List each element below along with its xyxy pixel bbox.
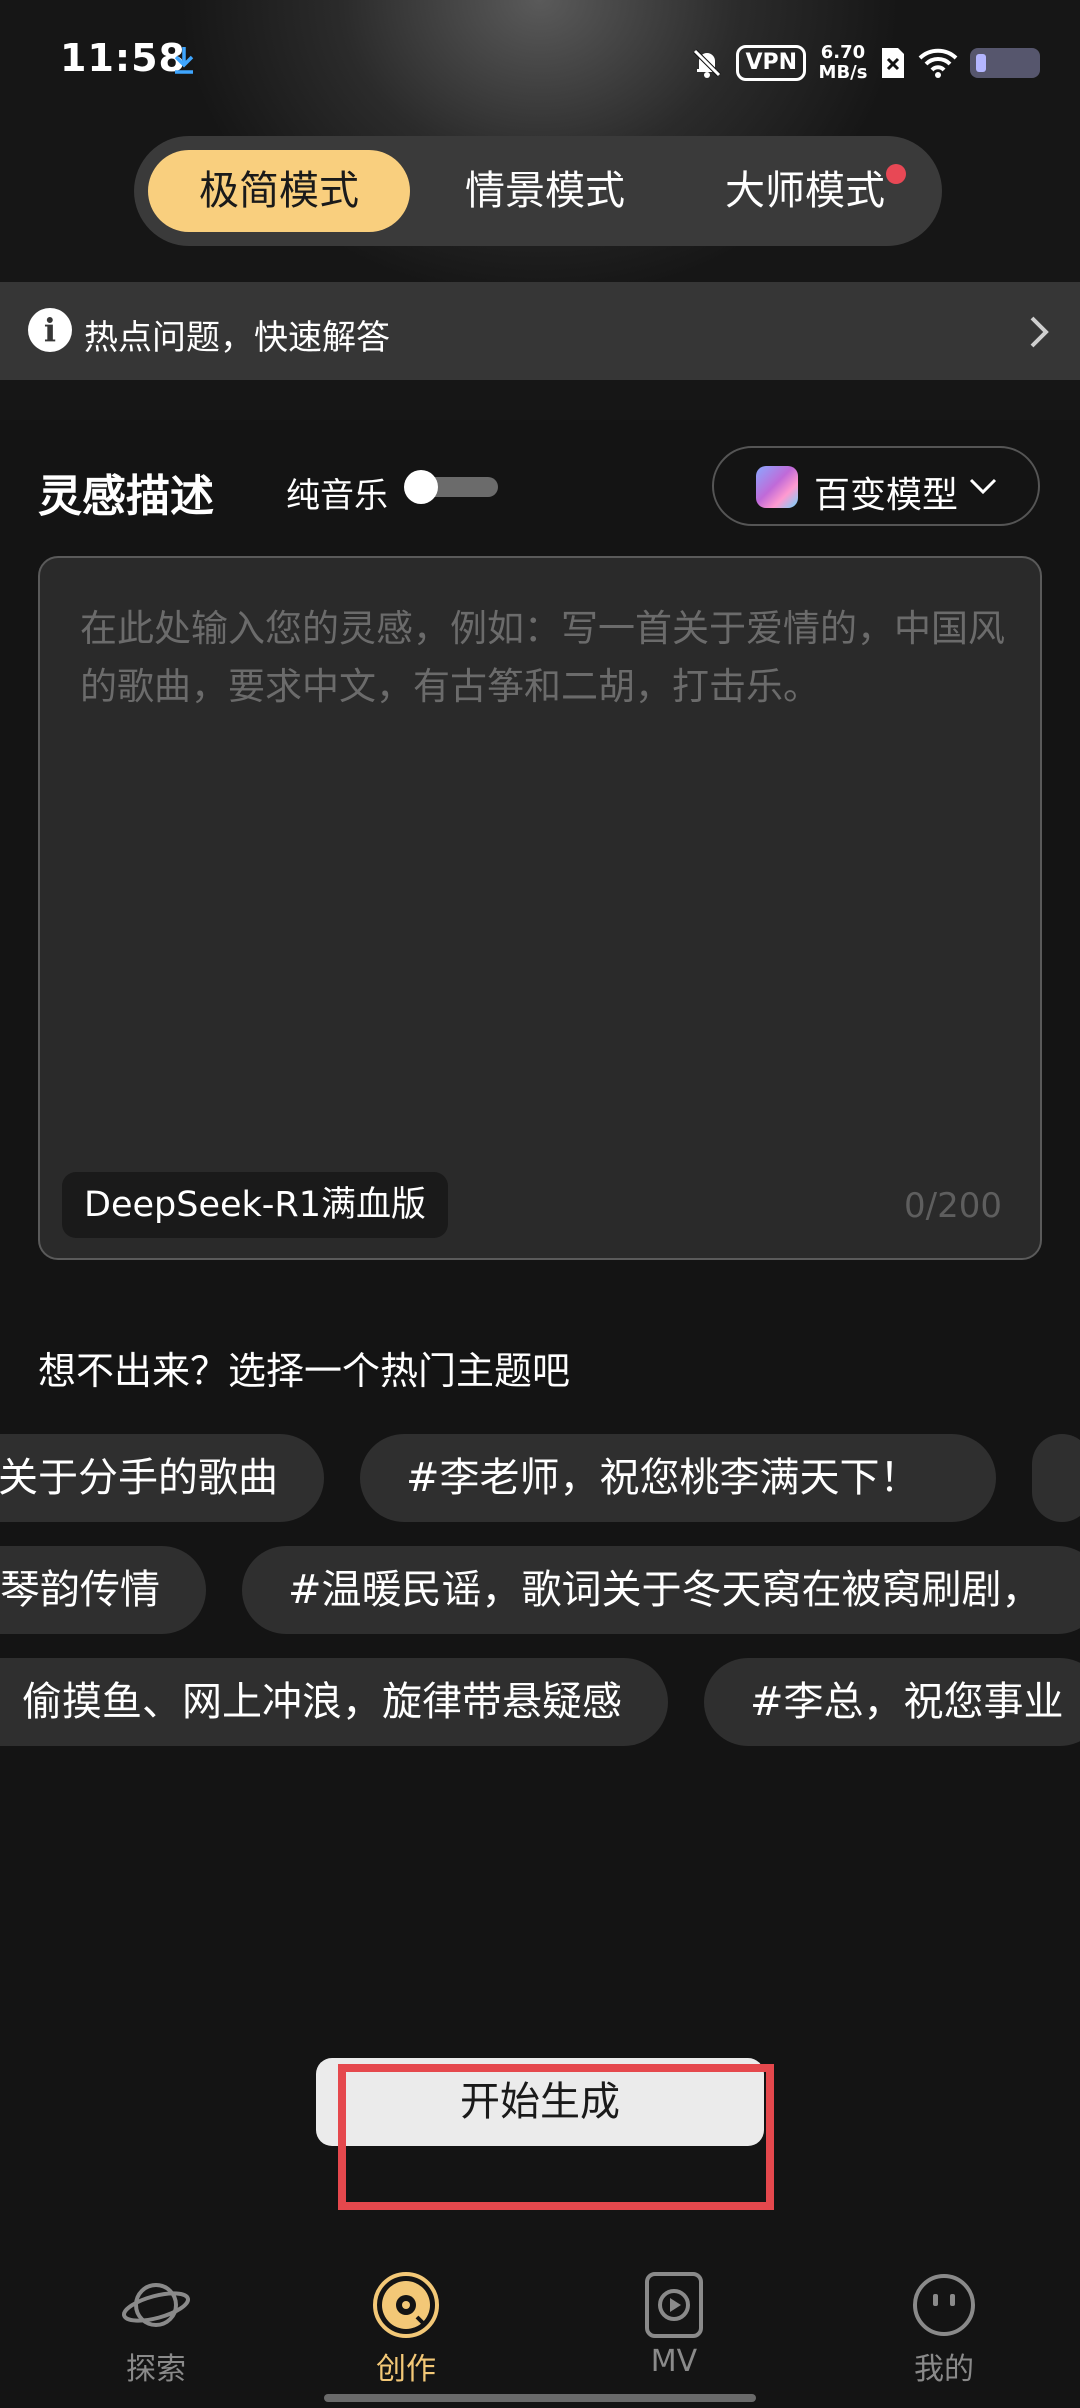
nav-explore[interactable]: 探索 [66,2270,246,2388]
input-placeholder: 在此处输入您的灵感，例如：写一首关于爱情的，中国风的歌曲，要求中文，有古筝和二胡… [80,607,1005,708]
speed-value: 6.70 [820,42,866,63]
nav-mine[interactable]: 我的 [854,2270,1034,2388]
tab-minimal-mode[interactable]: 极简模式 [148,150,410,232]
topic-chip[interactable]: #温暖民谣，歌词关于冬天窝在被窝刷剧， [242,1546,1080,1634]
no-sim-icon [882,48,904,78]
topic-chip[interactable] [1032,1434,1080,1522]
model-label: 百变模型 [814,475,959,516]
tab-scenario-mode[interactable]: 情景模式 [420,150,670,232]
model-logo-icon [756,466,798,508]
nav-mv[interactable]: MV [584,2270,764,2379]
hot-questions-bar[interactable]: i 热点问题，快速解答 [0,282,1080,380]
face-icon [913,2274,975,2336]
network-speed: 6.70 MB/s [818,43,868,83]
status-bar: 11:58 VPN 6.70 MB/s [0,0,1080,120]
info-icon: i [28,308,72,352]
nav-create[interactable]: 创作 [316,2270,496,2388]
topics-title: 想不出来？选择一个热门主题吧 [38,1349,571,1393]
tab-master-mode[interactable]: 大师模式 [680,150,930,232]
inspiration-input[interactable]: 在此处输入您的灵感，例如：写一首关于爱情的，中国风的歌曲，要求中文，有古筝和二胡… [38,556,1042,1260]
home-indicator[interactable] [324,2394,756,2402]
model-dropdown[interactable]: 百变模型 [712,446,1040,526]
chevron-down-icon [969,478,997,495]
highlight-box [338,2064,774,2210]
nav-label-explore: 探索 [126,2352,186,2387]
nav-label-create: 创作 [376,2352,436,2387]
app-screen: 11:58 VPN 6.70 MB/s 极简模式 情景模式 大师模式 i 热点问… [0,0,1080,2408]
toggle-knob [404,470,438,504]
new-badge-dot [886,164,906,184]
status-icons: VPN 6.70 MB/s [690,38,1040,88]
topic-chip[interactable]: 偷摸鱼、网上冲浪，旋律带悬疑感 [0,1658,668,1746]
nav-label-mine: 我的 [914,2352,974,2387]
pure-music-label: 纯音乐 [286,476,388,516]
battery-icon [970,48,1040,78]
planet-icon [121,2283,191,2327]
download-icon [174,47,194,74]
speed-unit: MB/s [818,62,868,83]
topic-chip[interactable]: 琴韵传情 [0,1546,206,1634]
topic-chip[interactable]: #李老师，祝您桃李满天下！ [360,1434,996,1522]
topic-chip[interactable]: 关于分手的歌曲 [0,1434,324,1522]
deepseek-model-badge[interactable]: DeepSeek-R1满血版 [62,1172,449,1238]
inspiration-title: 灵感描述 [38,471,214,522]
mode-switcher: 极简模式 情景模式 大师模式 [134,136,942,246]
play-box-icon [645,2272,703,2338]
pure-music-toggle[interactable] [404,470,498,504]
bell-muted-icon [693,49,722,78]
char-counter: 0/200 [904,1186,1002,1226]
nav-label-mv: MV [650,2344,698,2379]
hot-questions-text: 热点问题，快速解答 [84,318,390,358]
topic-chip[interactable]: #李总，祝您事业 [704,1658,1080,1746]
vpn-badge: VPN [736,45,806,81]
bottom-nav: 探索 创作 MV 我的 [0,2250,1080,2408]
wifi-icon [918,48,958,78]
status-time: 11:58 [60,36,186,80]
chevron-right-icon [1030,316,1049,348]
vinyl-icon [373,2272,439,2338]
